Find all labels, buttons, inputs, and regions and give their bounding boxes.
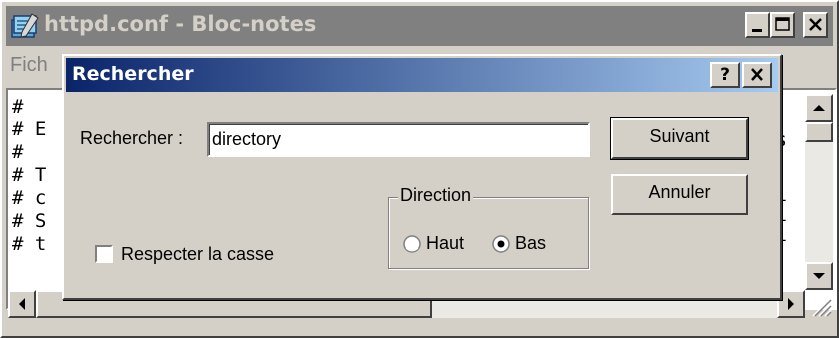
arrow-right-icon: [788, 298, 794, 310]
arrow-up-icon: [813, 105, 825, 111]
search-label: Rechercher :: [80, 128, 184, 148]
maximize-button[interactable]: [770, 12, 795, 38]
editor-line: # c: [12, 187, 47, 209]
editor-line: # T: [12, 164, 47, 186]
close-window-button[interactable]: [803, 12, 828, 38]
radio-down-label[interactable]: Bas: [515, 233, 546, 254]
dialog-title: Rechercher: [72, 63, 194, 85]
radio-down[interactable]: [492, 235, 510, 253]
vertical-scrollbar[interactable]: [805, 94, 833, 290]
close-icon: [809, 18, 822, 31]
editor-line: # t: [12, 233, 47, 255]
editor-line: # S: [12, 210, 47, 232]
notepad-titlebar[interactable]: httpd.conf - Bloc-notes: [6, 6, 833, 46]
find-next-button[interactable]: Suivant: [611, 118, 748, 159]
scroll-up-button[interactable]: [805, 94, 833, 122]
cancel-button[interactable]: Annuler: [611, 174, 748, 215]
scroll-left-button[interactable]: [8, 290, 36, 318]
search-input[interactable]: [207, 122, 590, 157]
editor-line: #: [12, 96, 24, 118]
direction-label: Direction: [398, 185, 474, 206]
notepad-icon: [11, 13, 39, 38]
arrow-down-icon: [813, 273, 825, 279]
menu-file[interactable]: Fich: [10, 54, 48, 77]
match-case-checkbox[interactable]: [95, 245, 113, 263]
close-icon: [751, 68, 763, 81]
radio-up[interactable]: [403, 235, 421, 253]
editor-line: #: [12, 141, 24, 163]
dialog-close-button[interactable]: [742, 62, 772, 88]
radio-up-label[interactable]: Haut: [426, 233, 464, 254]
editor-line: # E: [12, 118, 47, 140]
minimize-button[interactable]: [745, 12, 770, 38]
vertical-scroll-thumb[interactable]: [805, 122, 833, 142]
direction-group: Direction Haut Bas: [388, 185, 589, 269]
maximize-icon: [775, 17, 790, 31]
notepad-title: httpd.conf - Bloc-notes: [44, 12, 317, 36]
scroll-down-button[interactable]: [805, 262, 833, 290]
resize-grip-icon[interactable]: [807, 292, 833, 318]
match-case-label[interactable]: Respecter la casse: [121, 244, 274, 265]
minimize-icon: [752, 29, 762, 32]
help-button[interactable]: ?: [710, 62, 740, 88]
arrow-left-icon: [19, 298, 25, 310]
dialog-titlebar[interactable]: Rechercher ?: [66, 58, 778, 92]
find-dialog: Rechercher ? Rechercher : Suivant Annule…: [62, 54, 782, 300]
